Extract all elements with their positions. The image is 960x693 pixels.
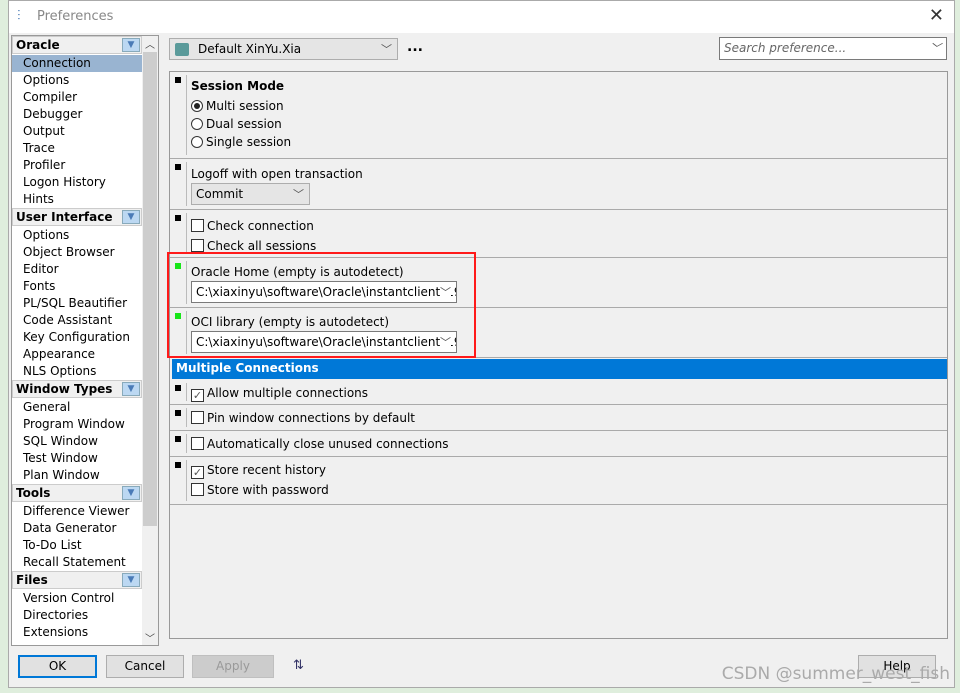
preferences-tree: Oracle ▼ Connection Options Compiler Debugger… bbox=[11, 35, 159, 646]
marker-icon bbox=[175, 164, 181, 170]
preferences-dialog: ⫶ Preferences ✕ Oracle ▼ Connection Options… bbox=[8, 0, 955, 688]
tree-item[interactable]: Appearance bbox=[12, 346, 142, 363]
tree-group-header[interactable]: Oracle ▼ bbox=[12, 36, 142, 54]
check-all-sessions-checkbox[interactable]: Check all sessions bbox=[191, 239, 316, 253]
tree-item[interactable]: Options bbox=[12, 227, 142, 244]
marker-icon bbox=[175, 436, 181, 442]
session-mode-section: Session Mode Multi session Dual session … bbox=[170, 72, 947, 159]
logoff-label: Logoff with open transaction bbox=[191, 167, 363, 181]
tree-item[interactable]: Plan Window bbox=[12, 467, 142, 484]
tree-item[interactable]: Fonts bbox=[12, 278, 142, 295]
profile-value: Default XinYu.Xia bbox=[198, 42, 302, 56]
tree-item[interactable]: SQL Window bbox=[12, 433, 142, 450]
tree-item[interactable]: Difference Viewer bbox=[12, 503, 142, 520]
tree-item[interactable]: Connection bbox=[12, 55, 142, 72]
tree-item[interactable]: Data Generator bbox=[12, 520, 142, 537]
radio-dual-session[interactable]: Dual session bbox=[191, 117, 282, 131]
radio-multi-session[interactable]: Multi session bbox=[191, 99, 284, 113]
scroll-up-icon[interactable]: ︿ bbox=[142, 36, 158, 51]
logoff-section: Logoff with open transaction Commit ﹀ bbox=[170, 159, 947, 210]
tree-item[interactable]: Compiler bbox=[12, 89, 142, 106]
tree-item[interactable]: Logon History bbox=[12, 174, 142, 191]
tree-item[interactable]: Code Assistant bbox=[12, 312, 142, 329]
tree-group-header[interactable]: Tools ▼ bbox=[12, 484, 142, 502]
ok-button[interactable]: OK bbox=[18, 655, 97, 678]
tree-item[interactable]: To-Do List bbox=[12, 537, 142, 554]
tree-item[interactable]: Key Configuration bbox=[12, 329, 142, 346]
chevron-down-icon[interactable]: ▼ bbox=[122, 573, 140, 587]
marker-icon bbox=[175, 385, 181, 391]
tree-item[interactable]: Version Control bbox=[12, 590, 142, 607]
profile-cube-icon bbox=[175, 43, 189, 56]
tree-item[interactable]: Editor bbox=[12, 261, 142, 278]
apply-button[interactable]: Apply bbox=[192, 655, 274, 678]
tree-item[interactable]: Debugger bbox=[12, 106, 142, 123]
check-connection-checkbox[interactable]: Check connection bbox=[191, 219, 314, 233]
chevron-down-icon[interactable]: ▼ bbox=[122, 382, 140, 396]
window-title: Preferences bbox=[37, 9, 114, 24]
import-export-icon[interactable]: ⇅ bbox=[293, 658, 304, 673]
check-section: Check connection Check all sessions bbox=[170, 210, 947, 258]
tree-group-header[interactable]: Window Types ▼ bbox=[12, 380, 142, 398]
tree-item[interactable]: NLS Options bbox=[12, 363, 142, 380]
preferences-icon: ⫶ bbox=[17, 8, 21, 24]
tree-group-header[interactable]: User Interface ▼ bbox=[12, 208, 142, 226]
store-password-checkbox[interactable]: Store with password bbox=[191, 483, 329, 497]
more-button[interactable]: ... bbox=[407, 39, 423, 55]
cancel-button[interactable]: Cancel bbox=[106, 655, 184, 678]
tree-item[interactable]: Extensions bbox=[12, 624, 142, 641]
auto-close-section: Automatically close unused connections bbox=[170, 431, 947, 457]
allow-multiple-checkbox[interactable]: ✓ Allow multiple connections bbox=[191, 386, 368, 402]
chevron-down-icon: ﹀ bbox=[381, 43, 392, 56]
tree-item[interactable]: Program Window bbox=[12, 416, 142, 433]
tree-scrollbar[interactable]: ︿ ﹀ bbox=[142, 36, 158, 645]
tree-group-header[interactable]: Files ▼ bbox=[12, 571, 142, 589]
auto-close-checkbox[interactable]: Automatically close unused connections bbox=[191, 437, 448, 451]
chevron-down-icon[interactable]: ▼ bbox=[122, 38, 140, 52]
store-history-checkbox[interactable]: ✓ Store recent history bbox=[191, 463, 326, 479]
tree-item[interactable]: Hints bbox=[12, 191, 142, 208]
history-section: ✓ Store recent history Store with passwor… bbox=[170, 457, 947, 505]
pin-checkbox[interactable]: Pin window connections by default bbox=[191, 411, 415, 425]
title-bar: ⫶ Preferences ✕ bbox=[9, 1, 954, 33]
section-title: Session Mode bbox=[191, 79, 285, 93]
tree-item[interactable]: Options bbox=[12, 72, 142, 89]
logoff-select[interactable]: Commit ﹀ bbox=[191, 183, 310, 205]
tree-item[interactable]: PL/SQL Beautifier bbox=[12, 295, 142, 312]
tree-item[interactable]: Test Window bbox=[12, 450, 142, 467]
search-placeholder: Search preference... bbox=[724, 41, 847, 55]
marker-icon bbox=[175, 77, 181, 83]
tree-item[interactable]: Directories bbox=[12, 607, 142, 624]
chevron-down-icon[interactable]: ▼ bbox=[122, 486, 140, 500]
scroll-down-icon[interactable]: ﹀ bbox=[142, 630, 158, 645]
multiple-connections-header: Multiple Connections bbox=[172, 359, 947, 379]
tree-item[interactable]: Recall Statement bbox=[12, 554, 142, 571]
scroll-thumb[interactable] bbox=[143, 52, 157, 526]
tree-item[interactable]: Profiler bbox=[12, 157, 142, 174]
watermark: CSDN @summer_west_fish bbox=[721, 664, 950, 684]
chevron-down-icon[interactable]: ▼ bbox=[122, 210, 140, 224]
marker-icon bbox=[175, 410, 181, 416]
search-input[interactable]: Search preference... ﹀ bbox=[719, 37, 947, 60]
allow-multiple-section: ✓ Allow multiple connections bbox=[170, 380, 947, 405]
pin-section: Pin window connections by default bbox=[170, 405, 947, 431]
highlight-annotation bbox=[167, 252, 476, 358]
tree-item[interactable]: Output bbox=[12, 123, 142, 140]
chevron-down-icon: ﹀ bbox=[930, 42, 941, 55]
marker-icon bbox=[175, 215, 181, 221]
tree-item[interactable]: General bbox=[12, 399, 142, 416]
marker-icon bbox=[175, 462, 181, 468]
tree-item[interactable]: Trace bbox=[12, 140, 142, 157]
profile-select[interactable]: Default XinYu.Xia ﹀ bbox=[169, 38, 398, 60]
tree-item[interactable]: Object Browser bbox=[12, 244, 142, 261]
radio-single-session[interactable]: Single session bbox=[191, 135, 291, 149]
close-icon[interactable]: ✕ bbox=[929, 5, 944, 26]
